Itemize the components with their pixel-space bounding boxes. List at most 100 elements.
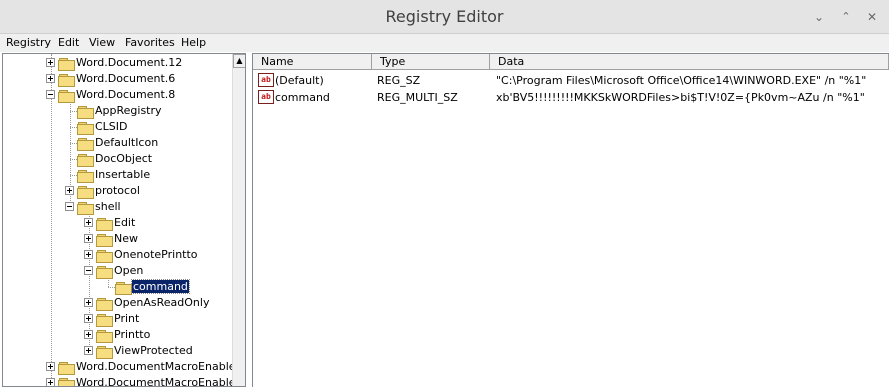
tree-item-label: shell bbox=[95, 200, 121, 213]
folder-icon bbox=[96, 329, 113, 343]
tree-item-label: New bbox=[114, 232, 138, 245]
tree-item[interactable]: CLSID bbox=[3, 119, 231, 135]
menu-registry[interactable]: Registry bbox=[6, 36, 51, 49]
expand-icon[interactable] bbox=[84, 298, 93, 307]
expand-icon[interactable] bbox=[84, 330, 93, 339]
folder-icon bbox=[77, 169, 94, 183]
column-header-data[interactable]: Data bbox=[490, 54, 889, 70]
menu-help[interactable]: Help bbox=[181, 36, 206, 49]
key-tree[interactable]: Word.Document.12 Word.Document.6 Word.Docu… bbox=[2, 53, 246, 387]
expand-icon[interactable] bbox=[84, 250, 93, 259]
tree-item-label: Word.Document.12 bbox=[76, 56, 183, 69]
tree-item[interactable]: DefaultIcon bbox=[3, 135, 231, 151]
value-row[interactable]: ab command REG_MULTI_SZ xb'BV5!!!!!!!!!MKKS… bbox=[253, 89, 889, 106]
values-list[interactable]: Name Type Data ab (Default) REG_SZ "C:\Prog… bbox=[252, 53, 889, 387]
expand-icon[interactable] bbox=[84, 234, 93, 243]
tree-item-label: OnenotePrintto bbox=[114, 248, 198, 261]
tree-item-label: command bbox=[131, 279, 190, 294]
folder-icon bbox=[58, 57, 75, 71]
collapse-icon[interactable] bbox=[84, 266, 93, 275]
tree-item[interactable]: protocol bbox=[3, 183, 231, 199]
folder-icon bbox=[96, 233, 113, 247]
menu-edit[interactable]: Edit bbox=[58, 36, 79, 49]
expand-icon[interactable] bbox=[84, 218, 93, 227]
value-row[interactable]: ab (Default) REG_SZ "C:\Program Files\Micro… bbox=[253, 72, 889, 89]
value-type: REG_SZ bbox=[377, 74, 421, 87]
tree-item-label: ViewProtected bbox=[114, 344, 193, 357]
tree-item[interactable]: AppRegistry bbox=[3, 103, 231, 119]
menu-view[interactable]: View bbox=[89, 36, 115, 49]
expand-icon[interactable] bbox=[84, 314, 93, 323]
folder-icon bbox=[96, 345, 113, 359]
tree-item[interactable]: DocObject bbox=[3, 151, 231, 167]
column-header-name[interactable]: Name bbox=[253, 54, 372, 70]
tree-scrollbar[interactable]: ▲ bbox=[232, 54, 245, 386]
tree-item[interactable]: Edit bbox=[3, 215, 231, 231]
tree-item[interactable]: Word.DocumentMacroEnabled bbox=[3, 359, 243, 375]
string-value-icon: ab bbox=[258, 73, 274, 87]
folder-icon bbox=[96, 297, 113, 311]
tree-item[interactable]: OnenotePrintto bbox=[3, 247, 231, 263]
value-type: REG_MULTI_SZ bbox=[377, 91, 458, 104]
maximize-icon[interactable]: ⌃ bbox=[837, 8, 855, 26]
string-value-icon: ab bbox=[258, 90, 274, 104]
tree-item-label: protocol bbox=[95, 184, 140, 197]
expand-icon[interactable] bbox=[46, 378, 55, 386]
tree-item-label: Edit bbox=[114, 216, 136, 229]
tree-item[interactable]: Word.DocumentMacroEnabled.1 bbox=[3, 375, 245, 386]
tree-item[interactable]: New bbox=[3, 231, 231, 247]
folder-icon bbox=[58, 361, 75, 375]
tree-item-label: Printto bbox=[114, 328, 151, 341]
folder-icon bbox=[96, 265, 113, 279]
tree-item-label: Word.Document.6 bbox=[76, 72, 176, 85]
value-name: command bbox=[275, 91, 330, 104]
expand-icon[interactable] bbox=[46, 58, 55, 67]
tree-item[interactable]: shell bbox=[3, 199, 231, 215]
tree-item-label: OpenAsReadOnly bbox=[114, 296, 210, 309]
collapse-icon[interactable] bbox=[65, 202, 74, 211]
value-name: (Default) bbox=[275, 74, 324, 87]
scroll-up-icon[interactable]: ▲ bbox=[233, 54, 245, 68]
tree-item[interactable]: Word.Document.8 bbox=[3, 87, 231, 103]
tree-item[interactable]: command bbox=[3, 279, 231, 295]
column-header-type[interactable]: Type bbox=[372, 54, 490, 70]
tree-item-label: CLSID bbox=[95, 120, 128, 133]
tree-item[interactable]: Open bbox=[3, 263, 231, 279]
tree-item-label: DocObject bbox=[95, 152, 153, 165]
folder-icon bbox=[77, 137, 94, 151]
menu-favorites[interactable]: Favorites bbox=[125, 36, 175, 49]
tree-item[interactable]: OpenAsReadOnly bbox=[3, 295, 231, 311]
folder-icon bbox=[77, 153, 94, 167]
expand-icon[interactable] bbox=[46, 74, 55, 83]
folder-icon bbox=[77, 121, 94, 135]
folder-icon bbox=[58, 73, 75, 87]
folder-icon bbox=[77, 105, 94, 119]
title-bar: Registry Editor ⌄ ⌃ ✕ bbox=[0, 0, 889, 34]
expand-icon[interactable] bbox=[46, 362, 55, 371]
tree-item-label: Word.DocumentMacroEnabled.1 bbox=[76, 376, 246, 387]
tree-item[interactable]: Print bbox=[3, 311, 231, 327]
folder-icon bbox=[58, 89, 75, 103]
folder-icon bbox=[58, 377, 75, 386]
folder-icon bbox=[77, 185, 94, 199]
tree-item[interactable]: Insertable bbox=[3, 167, 231, 183]
window-title: Registry Editor bbox=[385, 7, 504, 26]
tree-item-label: Insertable bbox=[95, 168, 151, 181]
tree-item[interactable]: ViewProtected bbox=[3, 343, 231, 359]
minimize-icon[interactable]: ⌄ bbox=[810, 8, 828, 26]
close-icon[interactable]: ✕ bbox=[863, 8, 881, 26]
tree-item[interactable]: Word.Document.12 bbox=[3, 55, 231, 71]
expand-icon[interactable] bbox=[84, 346, 93, 355]
value-data: "C:\Program Files\Microsoft Office\Offic… bbox=[496, 74, 867, 87]
tree-item-label: Print bbox=[114, 312, 140, 325]
tree-item[interactable]: Word.Document.6 bbox=[3, 71, 231, 87]
menu-bar: Registry Edit View Favorites Help bbox=[0, 34, 889, 52]
tree-item[interactable]: Printto bbox=[3, 327, 231, 343]
folder-icon bbox=[77, 201, 94, 215]
folder-icon bbox=[96, 217, 113, 231]
collapse-icon[interactable] bbox=[46, 90, 55, 99]
tree-item-label: Word.DocumentMacroEnabled bbox=[76, 360, 243, 373]
tree-item-label: DefaultIcon bbox=[95, 136, 159, 149]
folder-icon bbox=[96, 249, 113, 263]
expand-icon[interactable] bbox=[65, 186, 74, 195]
